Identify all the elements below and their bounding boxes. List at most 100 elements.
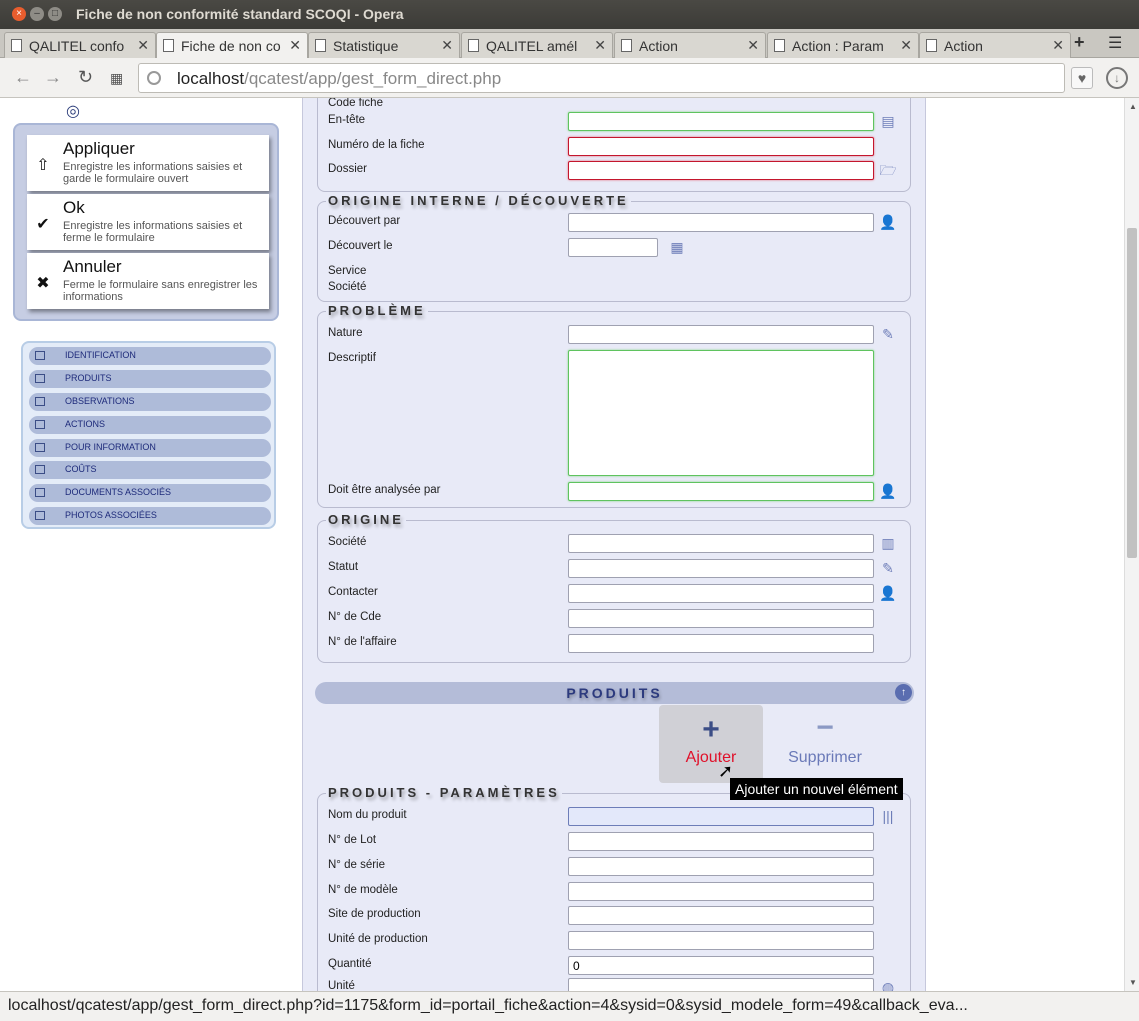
origine-societe-input[interactable] <box>568 534 874 553</box>
weibo-icon[interactable]: ◎ <box>66 101 86 120</box>
affaire-input[interactable] <box>568 634 874 653</box>
forward-icon[interactable]: → <box>44 67 62 88</box>
plus-icon: + <box>702 713 720 746</box>
serie-input[interactable] <box>568 857 874 876</box>
tab-label: QALITEL amél <box>486 38 578 54</box>
unite-production-input[interactable] <box>568 931 874 950</box>
add-label: Ajouter <box>685 749 737 766</box>
tab-close-icon[interactable]: ✕ <box>592 37 606 54</box>
edit-icon[interactable]: ✎ <box>879 560 897 576</box>
page-scrollbar[interactable]: ▲ ▼ <box>1124 98 1139 991</box>
descriptif-textarea[interactable] <box>568 350 874 476</box>
entete-input[interactable] <box>568 112 874 131</box>
window-close-button[interactable]: × <box>12 7 26 21</box>
arrow-up-icon[interactable]: ↑ <box>895 684 912 701</box>
tab-close-icon[interactable]: ✕ <box>1050 37 1064 54</box>
modele-input[interactable] <box>568 882 874 901</box>
nav-item-pour-information[interactable]: POUR INFORMATION <box>29 439 271 457</box>
user-icon[interactable]: 👤 <box>879 214 897 230</box>
ok-button[interactable]: ✔ Ok Enregistre les informations saisies… <box>27 194 269 250</box>
tab-action[interactable]: Action ✕ <box>614 32 766 58</box>
tab-menu-icon[interactable]: ☰ <box>1108 33 1122 53</box>
nav-item-couts[interactable]: COÛTS <box>29 461 271 479</box>
scroll-up-icon[interactable]: ▲ <box>1129 102 1137 111</box>
field-label: N° de Lot <box>328 834 377 846</box>
tab-close-icon[interactable]: ✕ <box>745 37 759 54</box>
list-icon[interactable]: ▤ <box>879 113 897 129</box>
numero-fiche-input[interactable] <box>568 137 874 156</box>
row-entete: En-tête ▤ <box>328 112 898 134</box>
field-label: En-tête <box>328 114 366 126</box>
field-label: Découvert par <box>328 215 401 227</box>
nav-item-observations[interactable]: OBSERVATIONS <box>29 393 271 411</box>
row-affaire: N° de l'affaire <box>328 634 898 656</box>
field-label: Nature <box>328 327 363 339</box>
field-label: Unité de production <box>328 933 428 945</box>
page-icon <box>774 39 785 52</box>
produits-bar-title: PRODUITS <box>566 685 663 701</box>
decouvert-le-input[interactable] <box>568 238 658 257</box>
tab-close-icon[interactable]: ✕ <box>439 37 453 54</box>
tab-action-2[interactable]: Action ✕ <box>919 32 1071 58</box>
contacter-input[interactable] <box>568 584 874 603</box>
scroll-down-icon[interactable]: ▼ <box>1129 978 1137 987</box>
edit-icon[interactable]: ✎ <box>879 326 897 342</box>
site-info-icon[interactable] <box>147 71 161 85</box>
nav-item-produits[interactable]: PRODUITS <box>29 370 271 388</box>
bookmark-heart-icon[interactable]: ♥ <box>1071 67 1093 89</box>
tab-label: Action <box>639 38 678 54</box>
building-icon[interactable]: ▥ <box>879 535 897 551</box>
new-tab-button[interactable]: + <box>1074 32 1085 53</box>
address-bar[interactable]: localhost/qcatest/app/gest_form_direct.p… <box>138 63 1065 93</box>
nom-produit-input[interactable] <box>568 807 874 826</box>
back-icon[interactable]: ← <box>14 67 32 88</box>
user-icon[interactable]: 👤 <box>879 585 897 601</box>
address-url[interactable]: localhost/qcatest/app/gest_form_direct.p… <box>177 69 501 89</box>
cancel-button[interactable]: ✖ Annuler Ferme le formulaire sans enreg… <box>27 253 269 309</box>
globe-icon[interactable]: ◍ <box>879 979 897 991</box>
tab-statistique[interactable]: Statistique ✕ <box>308 32 460 58</box>
lot-input[interactable] <box>568 832 874 851</box>
dossier-input[interactable] <box>568 161 874 180</box>
tab-close-icon[interactable]: ✕ <box>287 37 301 54</box>
calendar-icon[interactable]: ▦ <box>668 239 686 255</box>
analysee-par-input[interactable] <box>568 482 874 501</box>
user-icon[interactable]: 👤 <box>879 483 897 499</box>
nav-item-actions[interactable]: ACTIONS <box>29 416 271 434</box>
nav-item-photos[interactable]: PHOTOS ASSOCIÉES <box>29 507 271 525</box>
statut-input[interactable] <box>568 559 874 578</box>
add-button[interactable]: + Ajouter <box>659 705 763 783</box>
nav-item-identification[interactable]: IDENTIFICATION <box>29 347 271 365</box>
credit-card-icon <box>35 465 45 474</box>
tab-label: QALITEL confo <box>29 38 125 54</box>
nav-item-documents[interactable]: DOCUMENTS ASSOCIÉS <box>29 484 271 502</box>
cde-input[interactable] <box>568 609 874 628</box>
tab-qalitel-confo[interactable]: QALITEL confo ✕ <box>4 32 156 58</box>
row-descriptif: Descriptif <box>328 350 898 478</box>
tab-close-icon[interactable]: ✕ <box>135 37 149 54</box>
window-title: Fiche de non conformité standard SCOQI -… <box>76 6 404 22</box>
apply-label: Appliquer <box>63 139 135 158</box>
barcode-icon[interactable]: ||| <box>879 808 897 824</box>
tab-fiche-non-conformite[interactable]: Fiche de non co ✕ <box>156 32 308 59</box>
produits-section-bar[interactable]: PRODUITS ↑ <box>315 682 914 704</box>
tab-qalitel-amel[interactable]: QALITEL amél ✕ <box>461 32 613 58</box>
nature-input[interactable] <box>568 325 874 344</box>
site-production-input[interactable] <box>568 906 874 925</box>
field-label: Site de production <box>328 908 421 920</box>
unite-input[interactable] <box>568 978 874 991</box>
window-minimize-button[interactable]: – <box>30 7 44 21</box>
folder-open-icon[interactable]: 🗁 <box>879 162 897 178</box>
speed-dial-icon[interactable]: ▦ <box>110 70 123 87</box>
field-label: Quantité <box>328 958 372 970</box>
download-icon[interactable]: ↓ <box>1106 67 1128 89</box>
reload-icon[interactable]: ↻ <box>78 67 93 88</box>
tab-action-param[interactable]: Action : Param ✕ <box>767 32 919 58</box>
apply-button[interactable]: ⇧ Appliquer Enregistre les informations … <box>27 135 269 191</box>
tab-close-icon[interactable]: ✕ <box>898 37 912 54</box>
decouvert-par-input[interactable] <box>568 213 874 232</box>
scrollbar-thumb[interactable] <box>1127 228 1137 558</box>
quantite-input[interactable] <box>568 956 874 975</box>
delete-button[interactable]: − Supprimer <box>775 705 875 783</box>
window-maximize-button[interactable]: □ <box>48 7 62 21</box>
